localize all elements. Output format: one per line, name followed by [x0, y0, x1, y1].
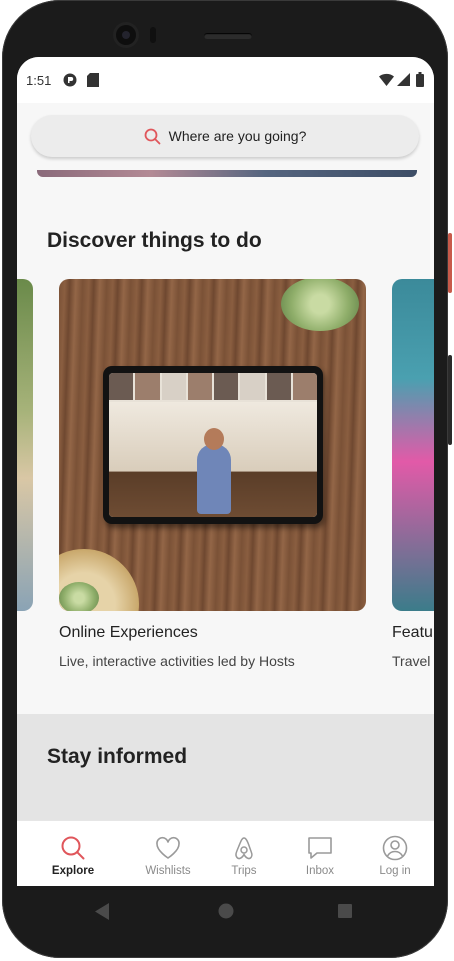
featured-experience-card[interactable]: [392, 279, 434, 611]
host-kitchen-video: [109, 402, 317, 517]
bottom-navigation: Explore Wishlists Trips Inbox Log in: [17, 820, 434, 886]
discover-section-title: Discover things to do: [47, 229, 262, 252]
home-icon[interactable]: [218, 903, 234, 919]
previous-experience-card[interactable]: [17, 279, 33, 611]
search-placeholder: Where are you going?: [168, 128, 307, 144]
status-bar: 1:51: [17, 57, 434, 103]
front-camera: [116, 25, 136, 45]
stay-informed-title: Stay informed: [47, 745, 188, 768]
earpiece-speaker: [204, 33, 252, 39]
search-icon: [61, 836, 85, 860]
nav-trips-label: Trips: [231, 865, 257, 877]
card-title-online-experiences[interactable]: Online Experiences: [59, 624, 198, 642]
app-notification-icon: [63, 73, 77, 87]
tablet-video-call-image: [103, 366, 323, 524]
wifi-icon: [379, 73, 394, 86]
participant-thumbnails: [109, 373, 317, 400]
user-circle-icon: [382, 835, 408, 861]
volume-button: [448, 355, 452, 445]
back-icon[interactable]: [95, 903, 110, 920]
card-subtitle-featured: Travel: [392, 653, 431, 669]
nav-wishlists[interactable]: Wishlists: [128, 821, 208, 886]
system-navigation-bar: [17, 886, 434, 936]
app-screen: 1:51 Where are you going? Discover thing…: [17, 57, 434, 886]
chat-bubble-icon: [308, 837, 332, 859]
status-time: 1:51: [26, 73, 52, 88]
online-experiences-card[interactable]: [59, 279, 366, 611]
card-subtitle-online-experiences: Live, interactive activities led by Host…: [59, 653, 295, 669]
succulent-plant-image: [281, 279, 359, 331]
sd-card-icon: [87, 73, 99, 87]
nav-inbox[interactable]: Inbox: [280, 821, 360, 886]
previous-card-edge: [37, 170, 417, 177]
nav-log-in[interactable]: Log in: [355, 821, 434, 886]
nav-explore-label: Explore: [51, 865, 95, 877]
search-icon: [144, 128, 161, 144]
nav-inbox-label: Inbox: [305, 865, 335, 877]
nav-trips[interactable]: Trips: [204, 821, 284, 886]
cellular-signal-icon: [397, 73, 410, 86]
proximity-sensor: [150, 27, 156, 43]
battery-icon: [416, 72, 424, 87]
power-button: [448, 233, 452, 293]
host-figure: [197, 428, 231, 514]
airbnb-logo-icon: [235, 837, 253, 860]
search-bar[interactable]: Where are you going?: [31, 115, 419, 157]
recents-icon[interactable]: [338, 904, 352, 918]
stay-informed-section: Stay informed: [17, 714, 434, 834]
nav-wishlists-label: Wishlists: [145, 865, 191, 877]
small-plant-image: [59, 582, 99, 611]
nav-log-in-label: Log in: [379, 865, 411, 877]
card-title-featured[interactable]: Featu: [392, 624, 433, 642]
heart-icon: [156, 836, 180, 859]
nav-explore[interactable]: Explore: [33, 821, 113, 886]
